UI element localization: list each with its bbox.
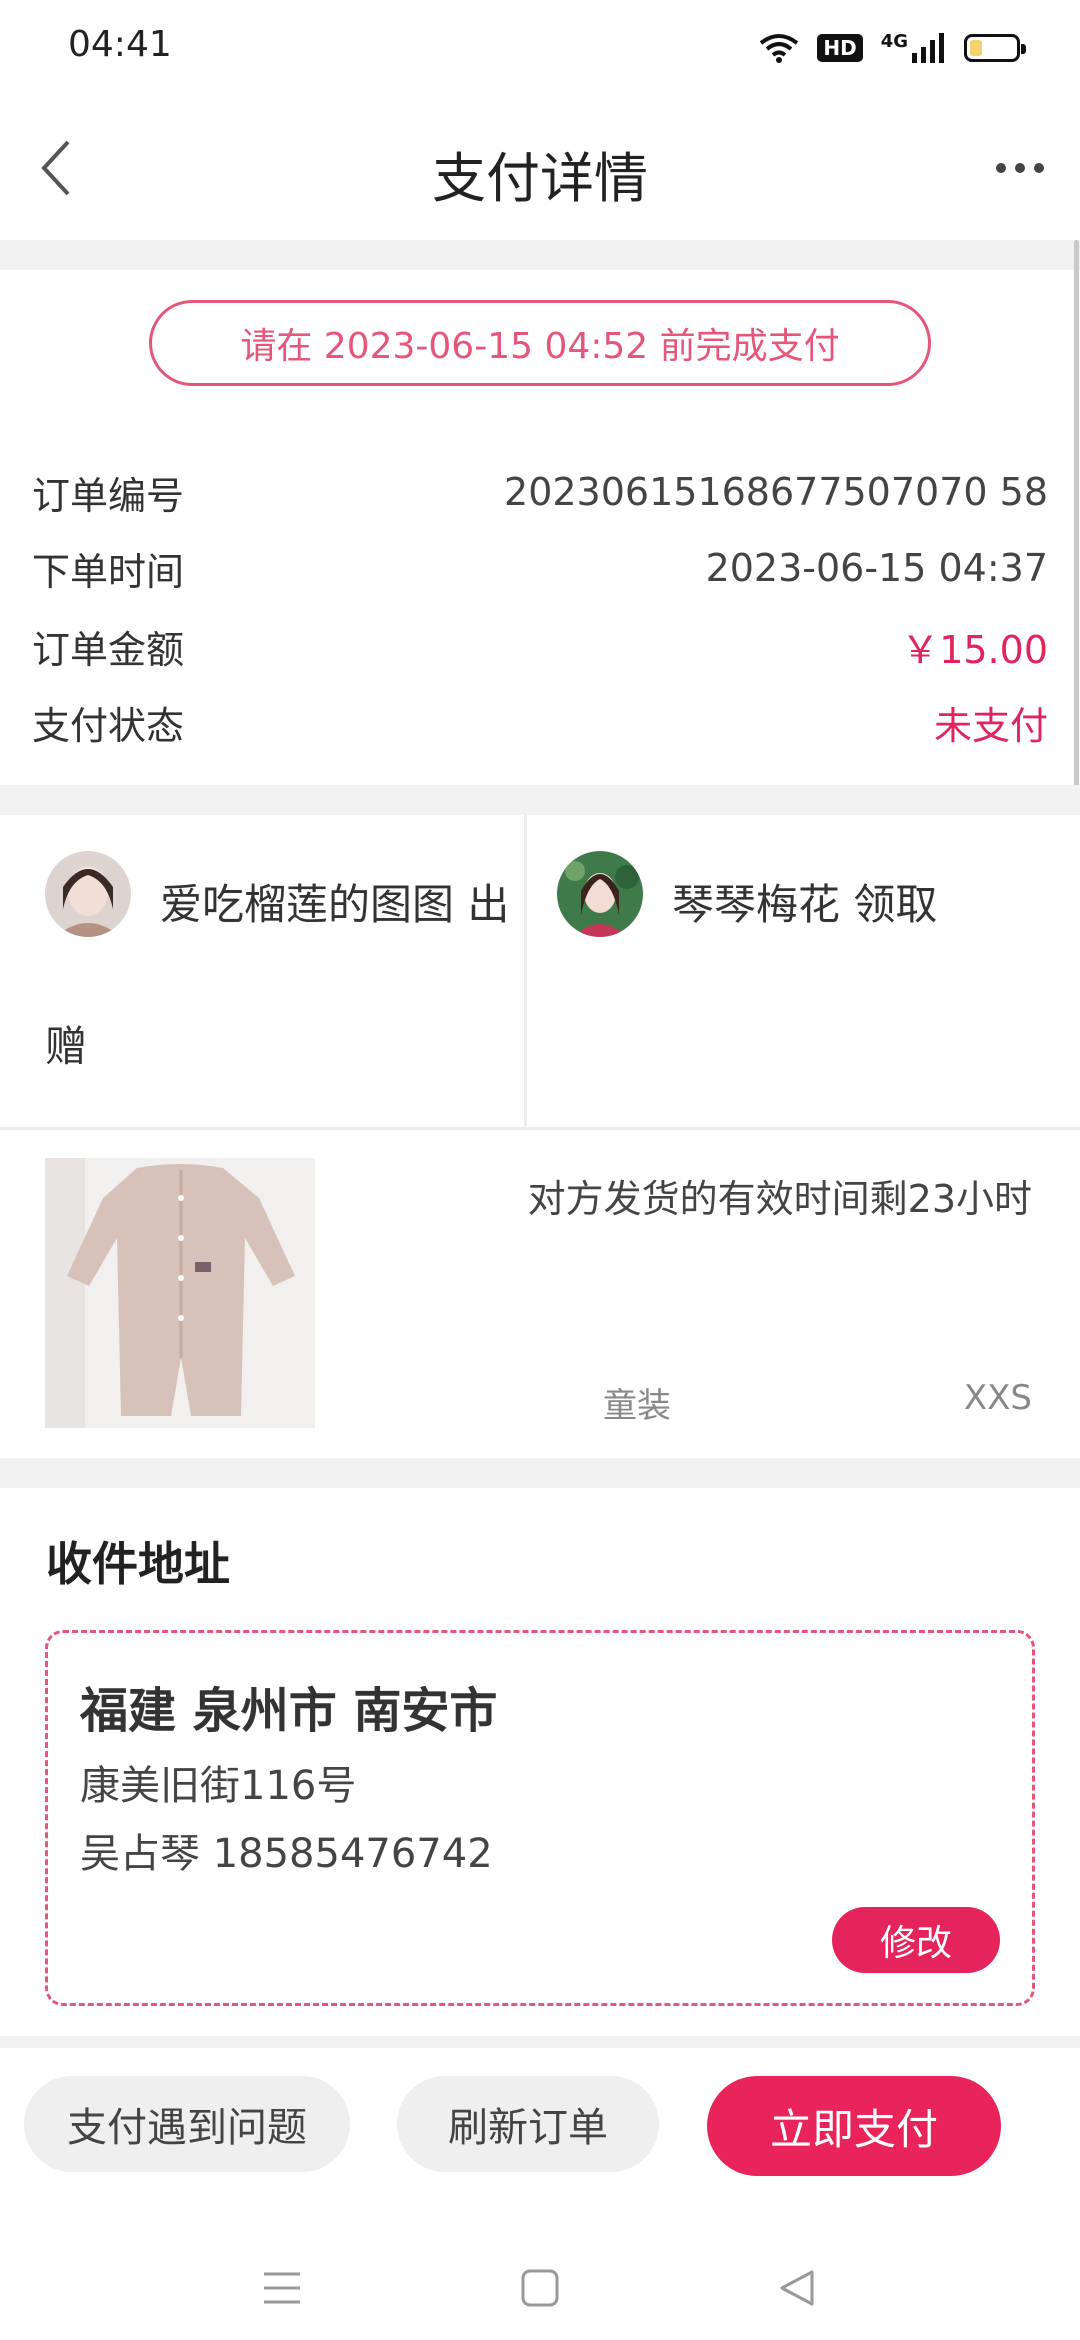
divider-line xyxy=(0,1127,1080,1130)
signal-icon: 4G xyxy=(881,33,946,63)
menu-icon[interactable] xyxy=(262,2270,302,2306)
status-time: 04:41 xyxy=(68,24,172,65)
order-amount-row: 订单金额 ￥15.00 xyxy=(32,616,1048,676)
section-divider xyxy=(0,785,1080,815)
wifi-icon xyxy=(760,34,799,63)
address-region: 福建 泉州市 南安市 xyxy=(80,1683,498,1739)
pay-now-button[interactable]: 立即支付 xyxy=(707,2076,1001,2176)
product-category: 童装 xyxy=(603,1386,671,1426)
payment-status-value: 未支付 xyxy=(933,703,1048,748)
order-time-value: 2023-06-15 04:37 xyxy=(705,546,1048,590)
address-card: 福建 泉州市 南安市 康美旧街116号 吴占琴 18585476742 修改 xyxy=(45,1630,1035,2006)
avatar xyxy=(45,851,131,937)
more-button[interactable] xyxy=(980,132,1060,204)
order-number-label: 订单编号 xyxy=(32,473,185,518)
refresh-order-button[interactable]: 刷新订单 xyxy=(397,2076,659,2172)
avatar xyxy=(557,851,643,937)
address-section-title: 收件地址 xyxy=(46,1537,230,1591)
back-icon[interactable] xyxy=(778,2268,816,2308)
address-street: 康美旧街116号 xyxy=(80,1763,357,1809)
product-image[interactable] xyxy=(45,1158,315,1428)
section-divider xyxy=(0,240,1080,270)
payment-status-label: 支付状态 xyxy=(32,703,185,748)
order-time-row: 下单时间 2023-06-15 04:37 xyxy=(32,538,1048,598)
page-title: 支付详情 xyxy=(432,147,648,210)
network-type: 4G xyxy=(880,31,908,52)
more-icon xyxy=(996,163,1006,173)
status-icons: HD 4G xyxy=(759,28,1026,68)
payment-deadline-notice: 请在 2023-06-15 04:52 前完成支付 xyxy=(149,300,931,386)
order-time-label: 下单时间 xyxy=(32,549,185,594)
user-divider xyxy=(524,815,527,1127)
payment-problem-button[interactable]: 支付遇到问题 xyxy=(24,2076,350,2172)
shipping-time-notice: 对方发货的有效时间剩23小时 xyxy=(527,1177,1032,1221)
system-nav-bar xyxy=(0,2198,1080,2340)
payment-status-row: 支付状态 未支付 xyxy=(32,692,1048,752)
receiver-avatar[interactable] xyxy=(557,851,643,937)
giver-avatar[interactable] xyxy=(45,851,131,937)
gift-parties: 爱吃榴莲的图图 出 赠 琴琴梅花 领取 xyxy=(0,815,1080,1127)
product-size: XXS xyxy=(963,1378,1032,1418)
status-bar: 04:41 HD 4G xyxy=(0,0,1080,96)
receiver-label: 琴琴梅花 领取 xyxy=(672,880,938,929)
order-amount-value: ￥15.00 xyxy=(901,627,1048,672)
battery-icon xyxy=(964,34,1026,62)
edit-address-button[interactable]: 修改 xyxy=(832,1907,1000,1973)
action-bar: 支付遇到问题 刷新订单 立即支付 xyxy=(0,2048,1080,2198)
home-icon[interactable] xyxy=(520,2268,560,2308)
order-number-value: 20230615168677507070 58 xyxy=(504,470,1048,514)
giver-line-2: 赠 xyxy=(45,1022,88,1071)
section-divider xyxy=(0,2036,1080,2048)
giver-line-1: 爱吃榴莲的图图 出 xyxy=(160,880,510,929)
order-number-row: 订单编号 20230615168677507070 58 xyxy=(32,462,1048,522)
order-amount-label: 订单金额 xyxy=(32,627,185,672)
address-contact: 吴占琴 18585476742 xyxy=(80,1831,493,1877)
hd-icon: HD xyxy=(817,34,863,62)
nav-bar: 支付详情 xyxy=(0,96,1080,240)
section-divider xyxy=(0,1458,1080,1488)
